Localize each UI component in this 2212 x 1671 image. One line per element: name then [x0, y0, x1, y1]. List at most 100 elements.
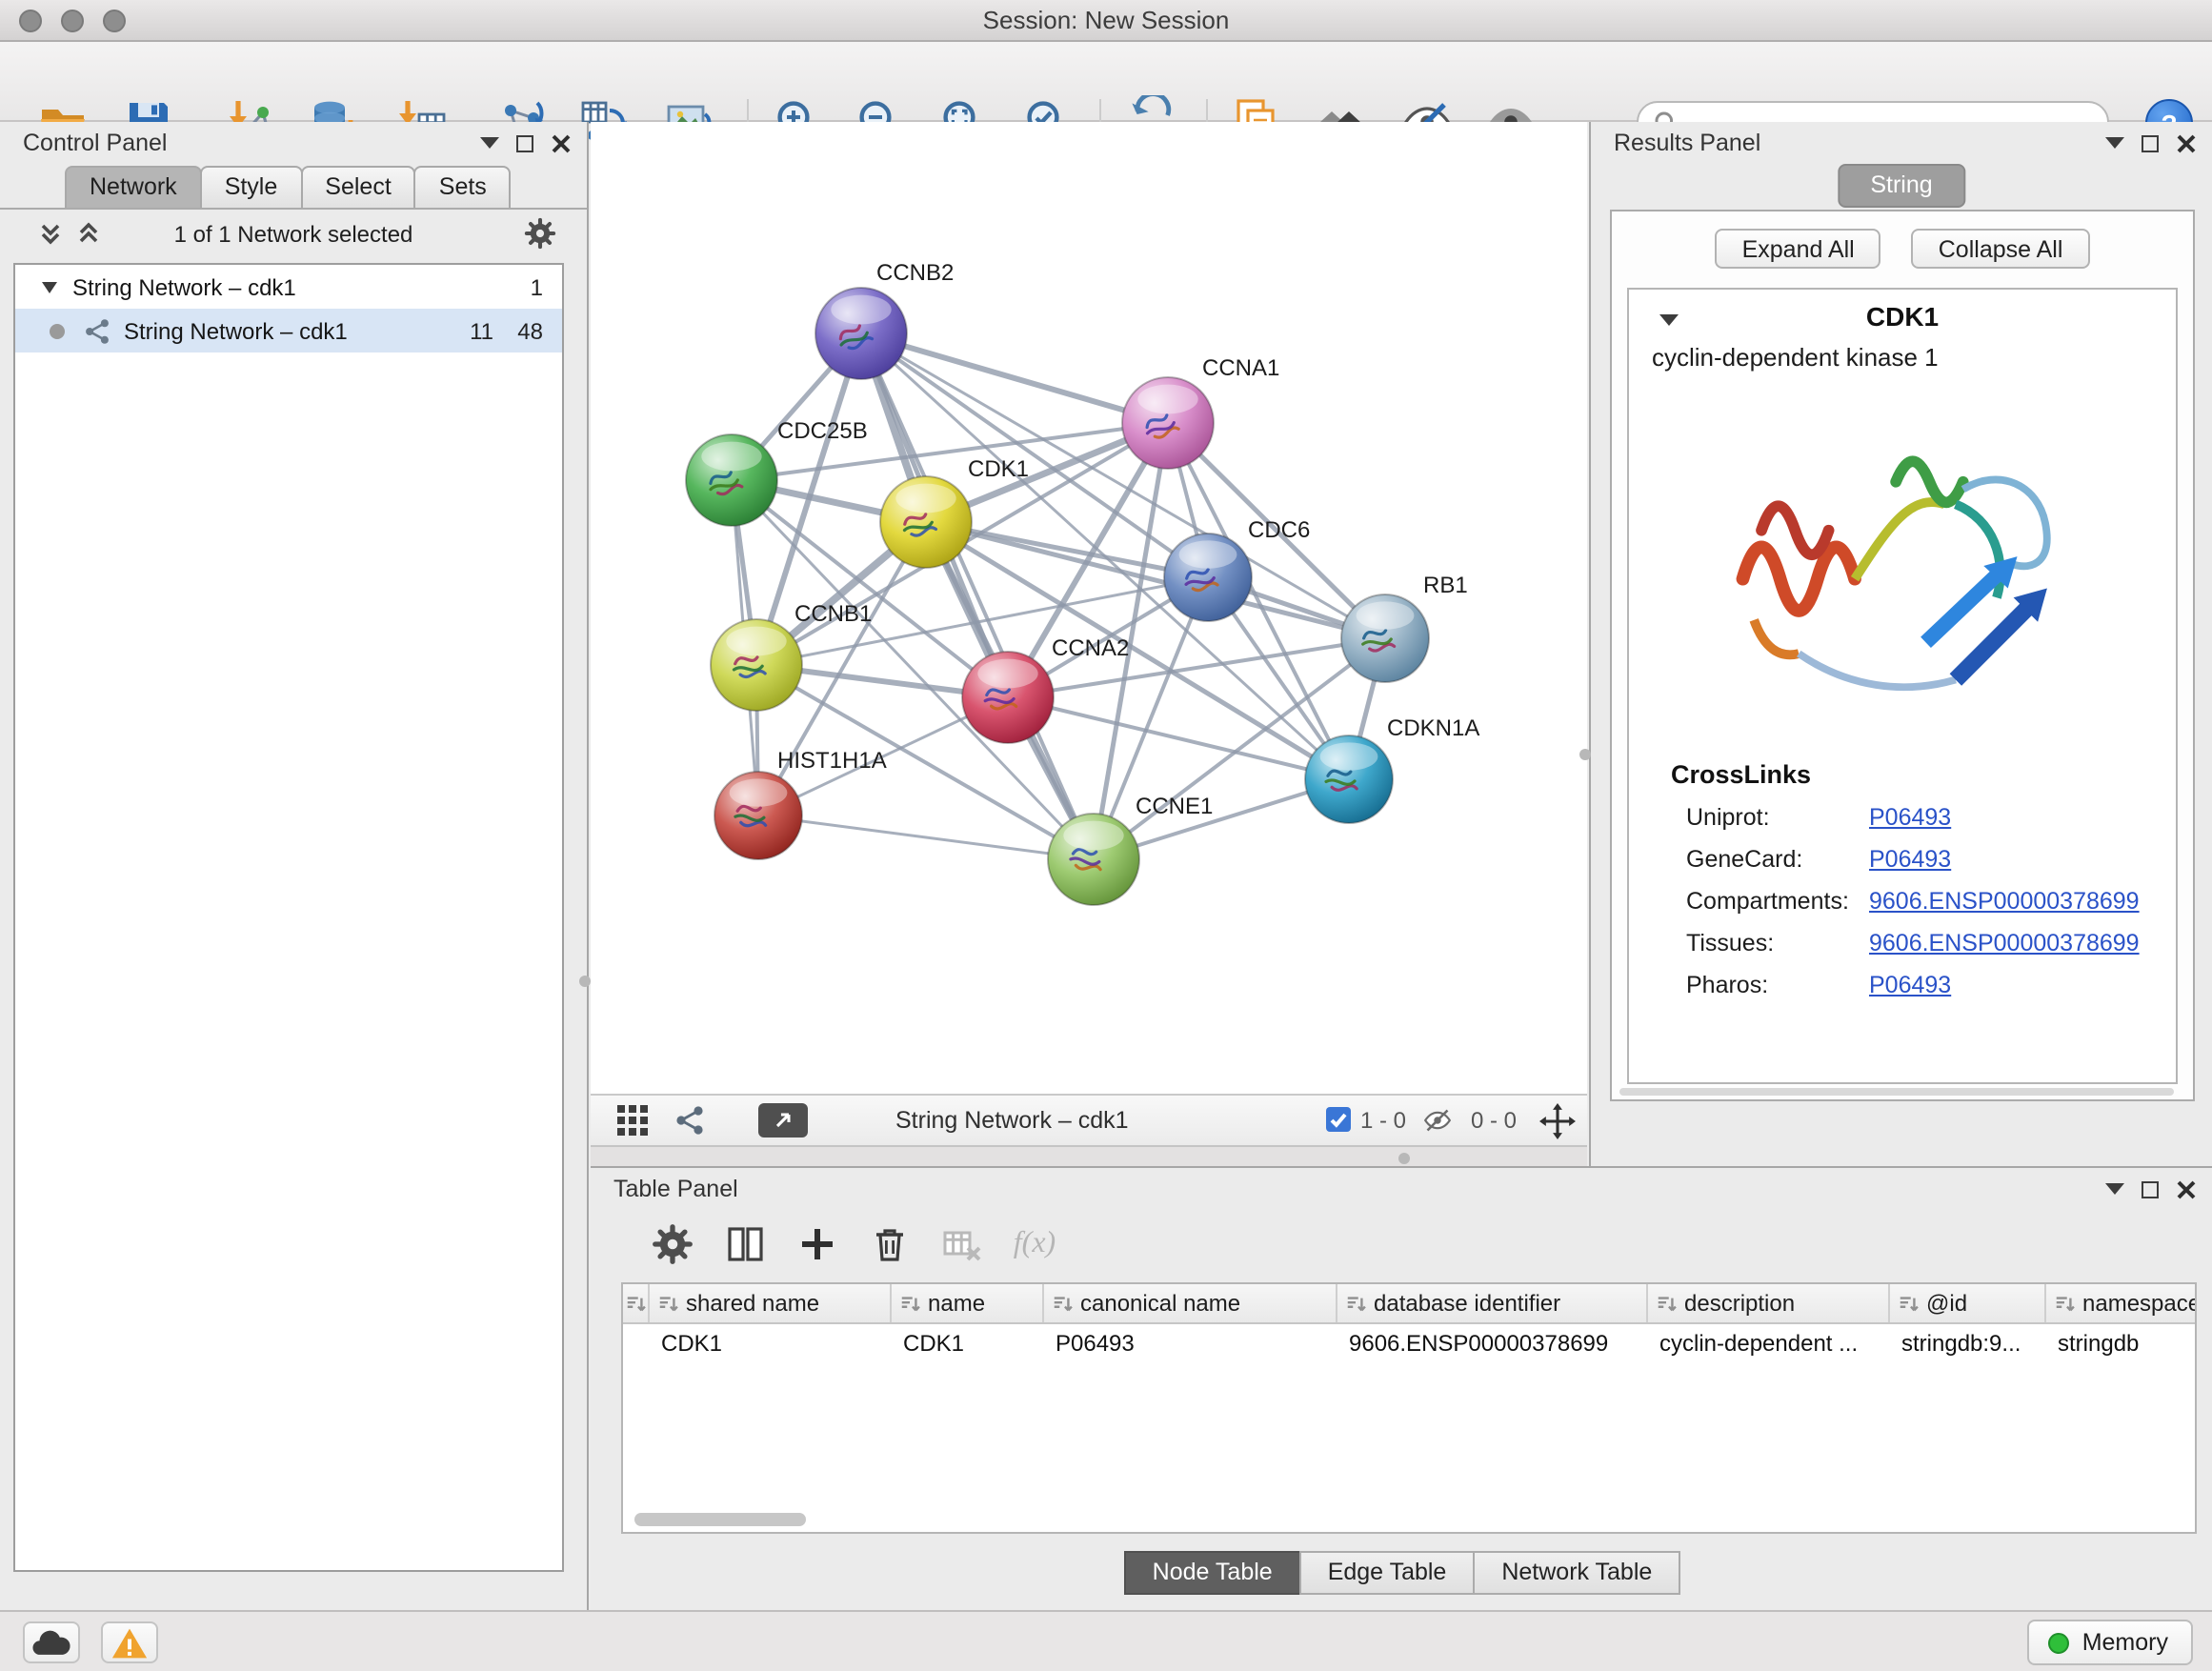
- table-row[interactable]: CDK1CDK1P064939606.ENSP00000378699cyclin…: [623, 1324, 2195, 1362]
- network-node-RB1[interactable]: [1341, 594, 1429, 682]
- table-cell[interactable]: CDK1: [650, 1324, 892, 1362]
- network-icon: [84, 317, 111, 344]
- tab-network-table[interactable]: Network Table: [1473, 1551, 1680, 1595]
- protein-name: CDK1: [1629, 301, 2176, 332]
- tab-node-table[interactable]: Node Table: [1124, 1551, 1301, 1595]
- protein-full-name: cyclin-dependent kinase 1: [1652, 343, 2176, 372]
- node-table-body: CDK1CDK1P064939606.ENSP00000378699cyclin…: [623, 1324, 2195, 1362]
- collapse-all-button[interactable]: Collapse All: [1912, 229, 2090, 269]
- memory-status-icon: [2048, 1632, 2069, 1653]
- create-column-button[interactable]: [789, 1216, 846, 1273]
- cloud-icon: [30, 1628, 72, 1657]
- node-label-CCNB2: CCNB2: [876, 260, 954, 286]
- column-header-namespace[interactable]: namespace: [2046, 1284, 2197, 1322]
- network-node-CCNB2[interactable]: [815, 288, 907, 379]
- control-panel-float-button[interactable]: [480, 137, 499, 158]
- network-canvas[interactable]: CCNB2CCNA1CDC25BCDK1CDC6RB1CCNB1CCNA2CDK…: [591, 122, 1587, 1094]
- crosslink-link[interactable]: 9606.ENSP00000378699: [1869, 888, 2140, 915]
- vertical-splitter-handle[interactable]: [1579, 749, 1591, 760]
- network-node-CCNA1[interactable]: [1122, 377, 1214, 469]
- column-header--id[interactable]: @id: [1890, 1284, 2046, 1322]
- tab-select[interactable]: Select: [300, 166, 416, 208]
- crosslinks-heading: CrossLinks: [1671, 760, 2176, 789]
- results-panel-close-button[interactable]: [2176, 131, 2197, 154]
- delete-table-icon: [941, 1223, 983, 1265]
- results-scrollbar[interactable]: [1619, 1088, 2174, 1096]
- table-cell[interactable]: P06493: [1044, 1324, 1337, 1362]
- network-edge-CCNB2-CCNA1[interactable]: [861, 333, 1168, 423]
- crosslink-link[interactable]: 9606.ENSP00000378699: [1869, 930, 2140, 956]
- column-header-canonical-name[interactable]: canonical name: [1044, 1284, 1337, 1322]
- control-panel-close-button[interactable]: [551, 131, 572, 154]
- network-node-CDK1[interactable]: [880, 476, 972, 568]
- horizontal-splitter[interactable]: [591, 1145, 1587, 1166]
- selected-nodes-checkbox[interactable]: [1326, 1107, 1351, 1132]
- node-label-CDC25B: CDC25B: [777, 418, 868, 444]
- columns-icon: [724, 1223, 766, 1265]
- network-node-CCNB1[interactable]: [711, 619, 802, 711]
- expand-all-button[interactable]: Expand All: [1716, 229, 1881, 269]
- control-panel-maximize-button[interactable]: [516, 135, 533, 152]
- network-node-CDC6[interactable]: [1164, 534, 1252, 621]
- crosslink-link[interactable]: P06493: [1869, 846, 1951, 873]
- table-panel-maximize-button[interactable]: [2142, 1181, 2159, 1198]
- cloud-status-button[interactable]: [23, 1621, 80, 1663]
- column-header-database-identifier[interactable]: database identifier: [1337, 1284, 1648, 1322]
- panel-splitter-handle[interactable]: [579, 976, 591, 987]
- column-header-shared-name[interactable]: shared name: [650, 1284, 892, 1322]
- node-label-CCNE1: CCNE1: [1136, 794, 1213, 819]
- network-edge-CCNA2-CDKN1A[interactable]: [1008, 697, 1349, 779]
- tab-style[interactable]: Style: [200, 166, 303, 208]
- results-panel-float-button[interactable]: [2105, 137, 2124, 158]
- tab-network[interactable]: Network: [65, 166, 202, 208]
- network-row[interactable]: String Network – cdk1 11 48: [15, 309, 562, 352]
- network-edge-HIST1H1A-CCNE1[interactable]: [758, 815, 1094, 859]
- function-builder-button[interactable]: f(x): [1006, 1216, 1063, 1273]
- main-toolbar: ?: [0, 42, 2212, 122]
- table-options-button[interactable]: [644, 1216, 701, 1273]
- window-title: Session: New Session: [0, 0, 2212, 40]
- warnings-button[interactable]: [101, 1621, 158, 1663]
- network-node-CDC25B[interactable]: [686, 434, 777, 526]
- network-node-CDKN1A[interactable]: [1305, 735, 1393, 823]
- memory-button[interactable]: Memory: [2027, 1620, 2193, 1665]
- crosslink-link[interactable]: P06493: [1869, 972, 1951, 998]
- collection-expander-icon[interactable]: [42, 282, 57, 301]
- table-cell[interactable]: cyclin-dependent ...: [1648, 1324, 1890, 1362]
- table-panel-close-button[interactable]: [2176, 1178, 2197, 1200]
- results-panel-maximize-button[interactable]: [2142, 135, 2159, 152]
- network-node-CCNA2[interactable]: [962, 652, 1054, 743]
- crosslink-row: Pharos:P06493: [1686, 972, 2176, 998]
- tab-string[interactable]: String: [1838, 164, 1964, 208]
- move-crosshair-icon: [1539, 1103, 1576, 1139]
- column-header-name[interactable]: name: [892, 1284, 1044, 1322]
- network-node-CCNE1[interactable]: [1048, 814, 1139, 905]
- detach-view-button[interactable]: [758, 1103, 808, 1137]
- grid-icon: [617, 1105, 648, 1136]
- column-header-description[interactable]: description: [1648, 1284, 1890, 1322]
- crosslink-label: Pharos:: [1686, 972, 1869, 998]
- show-columns-button[interactable]: [716, 1216, 774, 1273]
- network-edge-CCNB2-CCNE1[interactable]: [861, 333, 1094, 859]
- network-node-HIST1H1A[interactable]: [714, 772, 802, 859]
- crosslinks-list: Uniprot:P06493GeneCard:P06493Compartment…: [1686, 804, 2176, 998]
- delete-table-button[interactable]: [934, 1216, 991, 1273]
- grid-view-button[interactable]: [617, 1105, 648, 1141]
- network-collection-row[interactable]: String Network – cdk1 1: [15, 265, 562, 309]
- table-horizontal-scrollbar[interactable]: [634, 1513, 806, 1526]
- close-icon: [2176, 1179, 2197, 1200]
- table-cell[interactable]: stringdb: [2046, 1324, 2197, 1362]
- control-panel-title: Control Panel: [23, 130, 168, 156]
- table-cell[interactable]: stringdb:9...: [1890, 1324, 2046, 1362]
- birdseye-view-button[interactable]: [674, 1105, 705, 1141]
- delete-column-button[interactable]: [861, 1216, 918, 1273]
- tab-edge-table[interactable]: Edge Table: [1299, 1551, 1476, 1595]
- crosslink-link[interactable]: P06493: [1869, 804, 1951, 831]
- table-cell[interactable]: 9606.ENSP00000378699: [1337, 1324, 1648, 1362]
- table-cell[interactable]: CDK1: [892, 1324, 1044, 1362]
- pan-tool-button[interactable]: [1539, 1103, 1576, 1145]
- network-options-button[interactable]: [524, 217, 556, 250]
- tab-sets[interactable]: Sets: [414, 166, 512, 208]
- protein-section-header[interactable]: CDK1: [1629, 290, 2176, 339]
- table-panel-float-button[interactable]: [2105, 1183, 2124, 1204]
